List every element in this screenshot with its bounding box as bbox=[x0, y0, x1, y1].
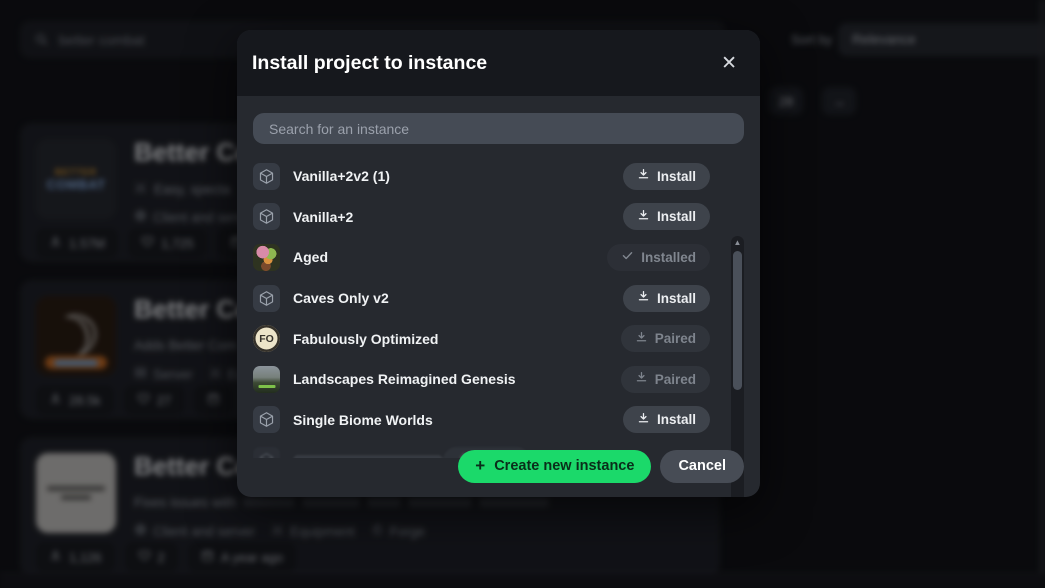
cube-icon bbox=[253, 285, 280, 312]
install-button[interactable]: Install bbox=[623, 163, 710, 190]
plus-icon: + bbox=[475, 456, 485, 476]
fabulously-optimized-icon: FO bbox=[253, 325, 280, 352]
download-icon bbox=[637, 168, 650, 184]
action-label: Install bbox=[657, 209, 696, 224]
install-button[interactable]: Install bbox=[623, 285, 710, 312]
instance-row: FO Fabulously Optimized Paired bbox=[253, 318, 744, 359]
action-label: Paired bbox=[655, 331, 696, 346]
close-icon[interactable]: ✕ bbox=[715, 50, 743, 77]
modal-body: Vanilla+2v2 (1) Install Vanilla+2 Install Ag… bbox=[237, 96, 760, 497]
instance-name: Landscapes Reimagined Genesis bbox=[293, 371, 621, 387]
instance-row: Single Biome Worlds Install bbox=[253, 400, 744, 441]
instance-search-input[interactable] bbox=[253, 113, 744, 144]
create-new-instance-label: Create new instance bbox=[494, 458, 634, 474]
landscape-instance-icon bbox=[253, 366, 280, 393]
instance-row: Caves Only v2 Install bbox=[253, 278, 744, 319]
paired-button[interactable]: Paired bbox=[621, 325, 710, 352]
paired-button[interactable]: Paired bbox=[621, 366, 710, 393]
scrollbar-thumb[interactable] bbox=[733, 251, 742, 390]
instance-name: Caves Only v2 bbox=[293, 290, 623, 306]
download-icon bbox=[635, 331, 648, 347]
instance-name: Fabulously Optimized bbox=[293, 331, 621, 347]
aged-instance-icon bbox=[253, 244, 280, 271]
modal-title: Install project to instance bbox=[252, 52, 487, 75]
install-button[interactable]: Install bbox=[623, 406, 710, 433]
action-label: Installed bbox=[641, 250, 696, 265]
check-icon bbox=[621, 249, 634, 265]
create-new-instance-button[interactable]: + Create new instance bbox=[458, 450, 651, 483]
cube-icon bbox=[253, 406, 280, 433]
instance-name: Aged bbox=[293, 249, 607, 265]
scroll-up-icon[interactable]: ▲ bbox=[734, 236, 742, 250]
action-label: Install bbox=[657, 412, 696, 427]
instance-row: Landscapes Reimagined Genesis Paired bbox=[253, 359, 744, 400]
action-label: Install bbox=[657, 169, 696, 184]
instance-name: Vanilla+2 bbox=[293, 209, 623, 225]
action-label: Install bbox=[657, 291, 696, 306]
modal-header: Install project to instance ✕ bbox=[237, 30, 760, 96]
cube-icon bbox=[253, 203, 280, 230]
modal-footer: + Create new instance Cancel bbox=[237, 443, 760, 497]
instance-name: Vanilla+2v2 (1) bbox=[293, 168, 623, 184]
download-icon bbox=[637, 412, 650, 428]
app-window: better combat Sort by Relevance 28 → BET… bbox=[0, 0, 1045, 588]
instance-row: Vanilla+2 Install bbox=[253, 197, 744, 238]
cancel-button[interactable]: Cancel bbox=[660, 450, 744, 483]
action-label: Paired bbox=[655, 372, 696, 387]
cube-icon bbox=[253, 163, 280, 190]
installed-button[interactable]: Installed bbox=[607, 244, 710, 271]
instance-row: Vanilla+2v2 (1) Install bbox=[253, 156, 744, 197]
download-icon bbox=[635, 371, 648, 387]
instance-list: Vanilla+2v2 (1) Install Vanilla+2 Install Ag… bbox=[253, 156, 744, 458]
instance-row: Aged Installed bbox=[253, 237, 744, 278]
install-to-instance-modal: Install project to instance ✕ Vanilla+2v… bbox=[237, 30, 760, 497]
instance-name: Single Biome Worlds bbox=[293, 412, 623, 428]
install-button[interactable]: Install bbox=[623, 203, 710, 230]
download-icon bbox=[637, 209, 650, 225]
download-icon bbox=[637, 290, 650, 306]
